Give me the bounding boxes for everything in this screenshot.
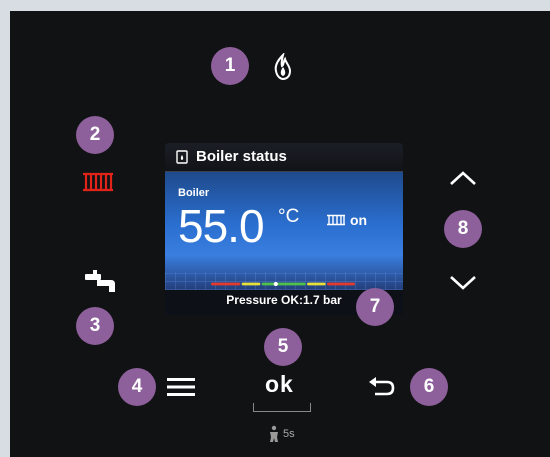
boiler-icon	[175, 150, 189, 164]
callout-badge-7: 7	[356, 288, 394, 326]
callout-badge-8: 8	[444, 210, 482, 248]
pressure-gauge	[211, 282, 355, 286]
callout-badge-3: 3	[76, 307, 114, 345]
display-title: Boiler status	[196, 148, 287, 165]
gauge-segment-low	[211, 282, 241, 286]
hold-duration: 5s	[283, 428, 295, 440]
menu-icon[interactable]	[164, 374, 198, 400]
temperature-unit: °C	[278, 206, 300, 227]
callout-badge-1: 1	[211, 47, 249, 85]
temperature-value: 55.0	[178, 200, 265, 252]
callout-badge-6: 6	[410, 368, 448, 406]
service-person-icon	[267, 424, 281, 444]
callout-badge-4: 4	[118, 368, 156, 406]
gauge-marker	[273, 282, 278, 286]
callout-badge-5: 5	[264, 328, 302, 366]
back-arrow-icon[interactable]	[366, 374, 396, 398]
display-header: Boiler status	[165, 143, 403, 172]
chevron-down-icon[interactable]	[448, 273, 478, 293]
gauge-segment-high	[327, 282, 355, 286]
callout-badge-2: 2	[76, 116, 114, 154]
tap-icon[interactable]	[82, 267, 118, 297]
gauge-segment-warn-high	[307, 282, 326, 286]
ok-button[interactable]: ok	[265, 371, 294, 398]
gauge-segment-ok	[261, 282, 306, 286]
chevron-up-icon[interactable]	[448, 168, 478, 188]
radiator-small-icon	[325, 213, 347, 227]
radiator-icon[interactable]	[80, 170, 116, 194]
gauge-segment-warn-low	[241, 282, 261, 286]
ok-bracket	[253, 403, 311, 412]
section-label: Boiler	[178, 187, 210, 199]
heating-state: on	[350, 212, 368, 228]
flame-icon[interactable]	[270, 52, 296, 82]
